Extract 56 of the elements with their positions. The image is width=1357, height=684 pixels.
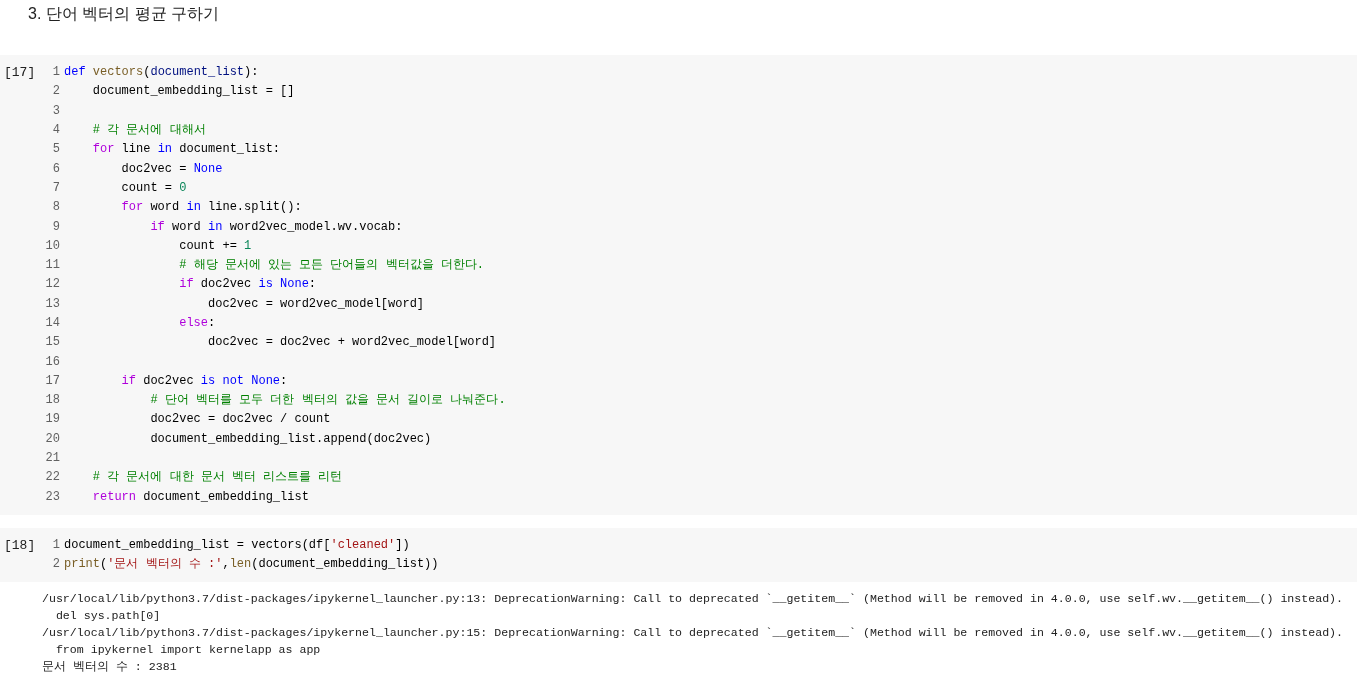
line-number: 5 [51, 141, 60, 159]
line-number: 15 [44, 334, 60, 352]
line-number: 23 [44, 488, 60, 506]
code-line: # 각 문서에 대한 문서 벡터 리스트를 리턴 [92, 469, 343, 487]
code-line: return document_embedding_list [92, 488, 309, 506]
line-number: 4 [51, 122, 60, 140]
line-number: 1 [51, 536, 60, 554]
line-number: 1 [51, 64, 60, 82]
output-line: /usr/local/lib/python3.7/dist-packages/ipykernel_launcher.py:15: DeprecationWarning: Call to deprecated `__getitem__` (Method will be removed in 4.0.0, use self.wv.__getitem__() instead). [42, 625, 1344, 642]
line-number: 3 [51, 102, 60, 120]
line-number: 10 [44, 237, 60, 255]
execution-count: [17] [3, 64, 37, 82]
line-number: 14 [44, 315, 60, 332]
code-line: print('문서 벡터의 수 :',len(document_embedding_list)) [64, 556, 439, 574]
code-line: doc2vec = doc2vec + word2vec_model[word] [208, 334, 497, 352]
code-line: if doc2vec is None: [179, 276, 317, 294]
line-number: 21 [44, 450, 60, 468]
line-number: 19 [44, 411, 60, 429]
code-line: doc2vec = word2vec_model[word] [208, 295, 425, 313]
code-cell[interactable]: [18] 1 document_embedding_list = vectors(df['cleaned']) 2 print('문서 벡터의 수 :',len(document_embedding_list)) [0, 527, 1357, 583]
line-number: 6 [51, 160, 60, 178]
code-line: if word in word2vec_model.wv.vocab: [150, 218, 403, 236]
section-heading: 3. 단어 벡터의 평균 구하기 [27, 4, 221, 24]
line-number: 13 [44, 295, 60, 313]
line-number: 11 [44, 257, 60, 275]
code-line: doc2vec = doc2vec / count [150, 411, 331, 429]
line-number: 16 [44, 353, 60, 371]
code-line: def vectors(document_list): [64, 64, 259, 82]
output-line: del sys.path[0] [54, 608, 161, 625]
output-line: from ipykernel import kernelapp as app [54, 642, 321, 659]
output-line: 문서 벡터의 수 : 2381 [42, 659, 177, 676]
code-line: count = 0 [121, 179, 187, 197]
code-line: doc2vec = None [121, 160, 223, 178]
execution-count: [18] [3, 536, 37, 555]
code-line: # 각 문서에 대해서 [92, 122, 206, 140]
code-line: document_embedding_list.append(doc2vec) [150, 430, 432, 448]
line-number: 9 [51, 218, 60, 236]
line-number: 7 [51, 179, 60, 197]
line-number: 17 [44, 372, 60, 390]
line-number: 2 [51, 556, 60, 574]
code-line: # 단어 벡터를 모두 더한 벡터의 값을 문서 길이로 나눠준다. [150, 392, 506, 410]
line-number: 8 [51, 199, 60, 217]
code-line: for word in line.split(): [121, 199, 302, 217]
line-number: 2 [51, 83, 60, 101]
code-line: for line in document_list: [92, 141, 281, 159]
code-line: else: [179, 315, 216, 332]
code-line: document_embedding_list = [] [92, 83, 295, 101]
line-number: 12 [44, 276, 60, 294]
code-line: document_embedding_list = vectors(df['cleaned']) [64, 536, 410, 554]
output-line: /usr/local/lib/python3.7/dist-packages/ipykernel_launcher.py:13: DeprecationWarning: Call to deprecated `__getitem__` (Method will be removed in 4.0.0, use self.wv.__getitem__() instead). [42, 591, 1344, 608]
line-number: 20 [44, 430, 60, 448]
line-number: 18 [44, 392, 60, 410]
line-number: 22 [44, 469, 60, 487]
code-line: # 해당 문서에 있는 모든 단어들의 벡터값을 더한다. [179, 257, 485, 275]
code-line: if doc2vec is not None: [121, 372, 288, 390]
code-line: count += 1 [179, 237, 252, 255]
